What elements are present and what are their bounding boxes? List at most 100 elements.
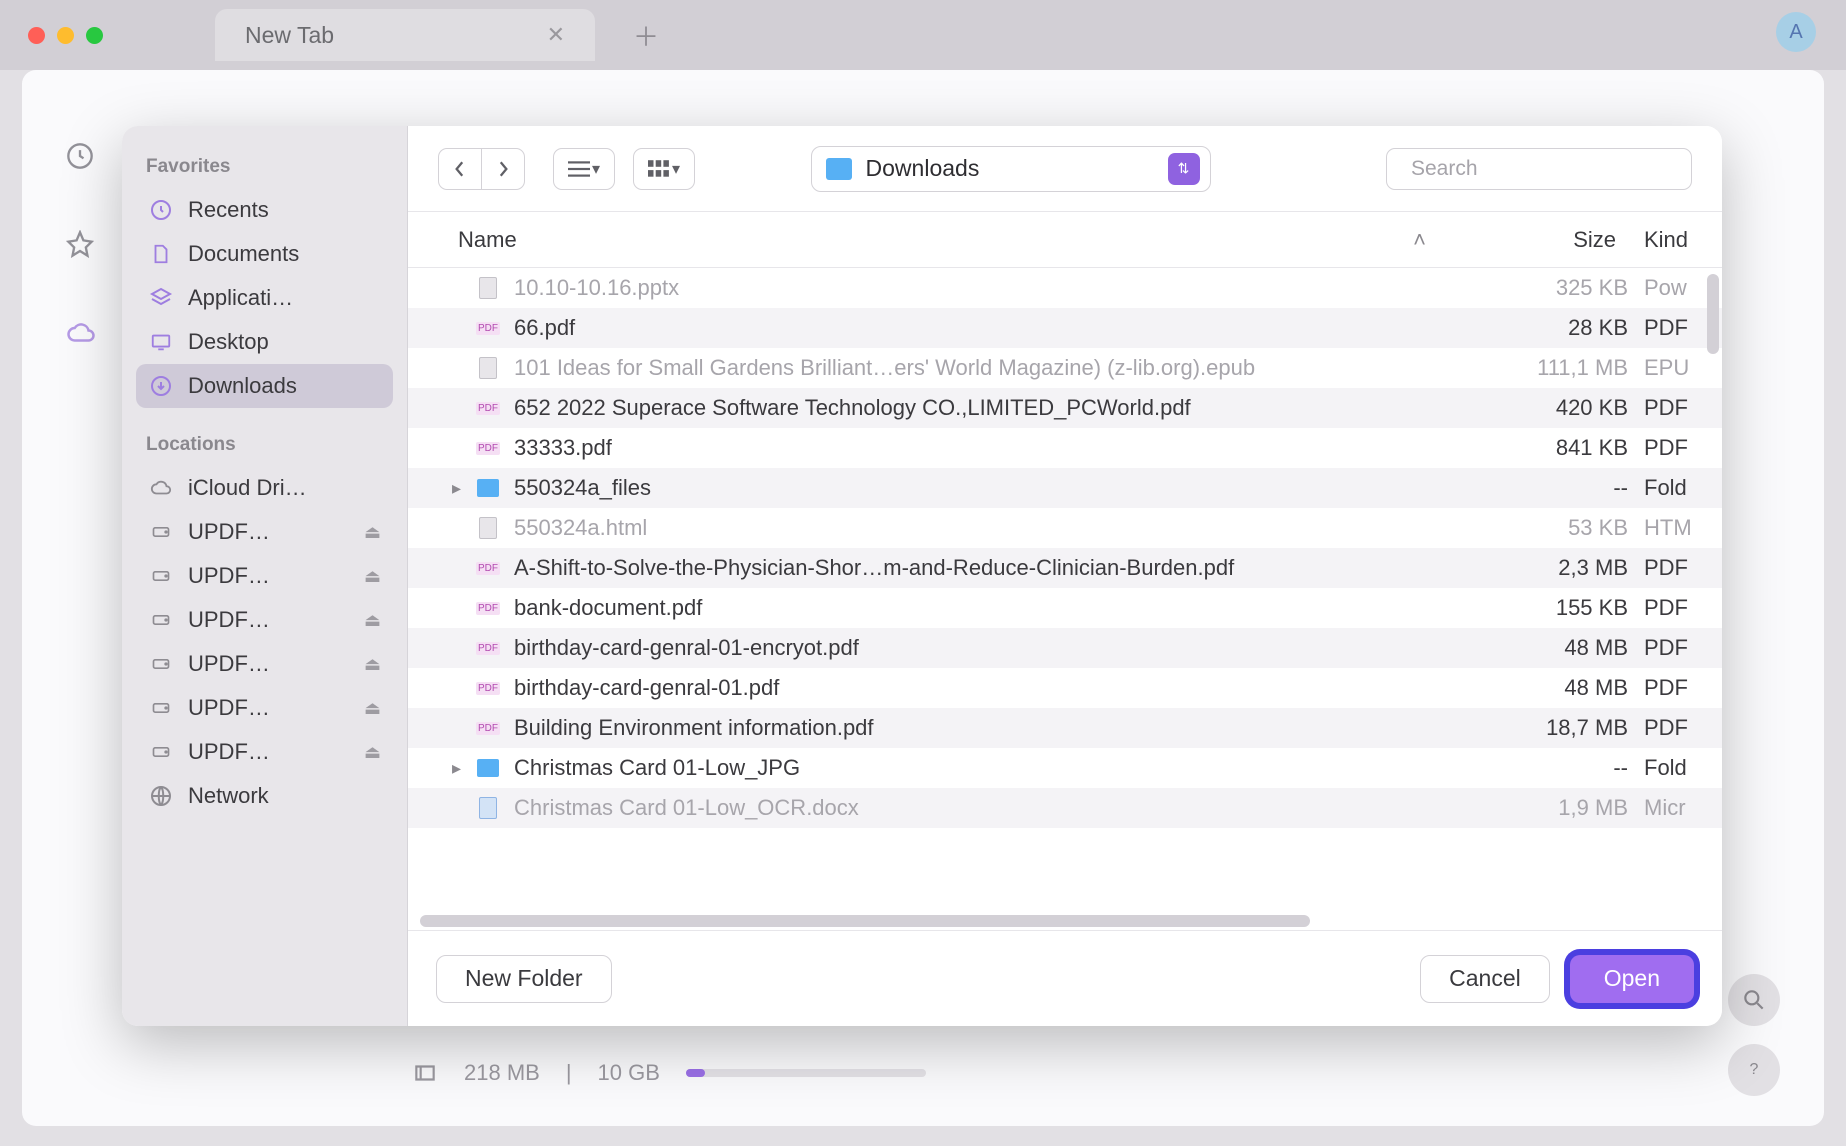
profile-avatar[interactable]: A [1776, 12, 1816, 52]
file-name: birthday-card-genral-01.pdf [514, 675, 1448, 701]
location-selector[interactable]: Downloads ⇅ [811, 146, 1211, 192]
sidebar-item-label: UPDF… [188, 695, 350, 721]
eject-icon[interactable]: ⏏ [364, 654, 381, 675]
pdf-icon: PDF [476, 562, 500, 575]
storage-used: 218 MB [464, 1060, 540, 1086]
sidebar-item-updf[interactable]: UPDF…⏏ [136, 598, 393, 642]
file-row[interactable]: PDF66.pdf28 KBPDF [408, 308, 1722, 348]
file-name: 101 Ideas for Small Gardens Brilliant…er… [514, 355, 1448, 381]
fullscreen-window-button[interactable] [86, 27, 103, 44]
pdf-icon: PDF [476, 322, 500, 335]
sidebar-item-recents[interactable]: Recents [136, 188, 393, 232]
search-input[interactable] [1411, 157, 1682, 181]
file-name: 550324a.html [514, 515, 1448, 541]
file-kind: Fold [1644, 475, 1722, 501]
new-folder-button[interactable]: New Folder [436, 955, 612, 1003]
file-name: birthday-card-genral-01-encryot.pdf [514, 635, 1448, 661]
file-size: -- [1448, 475, 1644, 501]
file-size: 111,1 MB [1448, 355, 1644, 381]
pdf-icon: PDF [476, 642, 500, 655]
help-fab[interactable]: ? [1728, 1044, 1780, 1096]
column-name[interactable]: Name ˄ [458, 227, 1448, 253]
file-kind: HTM [1644, 515, 1722, 541]
file-name: 550324a_files [514, 475, 1448, 501]
sidebar-item-label: UPDF… [188, 739, 350, 765]
file-row[interactable]: PDFbirthday-card-genral-01-encryot.pdf48… [408, 628, 1722, 668]
cloud-icon[interactable] [66, 318, 98, 350]
file-icon [479, 277, 497, 299]
file-size: 841 KB [1448, 435, 1644, 461]
file-row[interactable]: PDF33333.pdf841 KBPDF [408, 428, 1722, 468]
search-field[interactable] [1386, 148, 1692, 190]
file-name: Building Environment information.pdf [514, 715, 1448, 741]
sidebar-item-updf[interactable]: UPDF…⏏ [136, 554, 393, 598]
disk-icon [148, 695, 174, 721]
sidebar-item-downloads[interactable]: Downloads [136, 364, 393, 408]
minimize-window-button[interactable] [57, 27, 74, 44]
file-row[interactable]: 550324a.html53 KBHTM [408, 508, 1722, 548]
clock-icon[interactable] [66, 142, 98, 174]
file-row[interactable]: Christmas Card 01-Low_OCR.docx1,9 MBMicr [408, 788, 1722, 828]
folder-icon [826, 158, 852, 180]
titlebar: New Tab ✕ ＋ A [0, 0, 1846, 70]
disclosure-triangle[interactable]: ▸ [452, 478, 476, 499]
view-grid-button[interactable]: ▾ [633, 148, 695, 190]
pdf-icon: PDF [476, 442, 500, 455]
open-button[interactable]: Open [1570, 955, 1694, 1003]
file-row[interactable]: ▸Christmas Card 01-Low_JPG--Fold [408, 748, 1722, 788]
eject-icon[interactable]: ⏏ [364, 566, 381, 587]
file-kind: PDF [1644, 555, 1722, 581]
sidebar-item-documents[interactable]: Documents [136, 232, 393, 276]
star-icon[interactable] [66, 230, 98, 262]
file-row[interactable]: PDFBuilding Environment information.pdf1… [408, 708, 1722, 748]
column-headers: Name ˄ Size Kind [408, 212, 1722, 268]
view-list-button[interactable]: ▾ [553, 148, 615, 190]
back-button[interactable] [438, 148, 481, 190]
column-size[interactable]: Size [1448, 227, 1644, 253]
cancel-button[interactable]: Cancel [1420, 955, 1550, 1003]
disk-icon [412, 1060, 438, 1086]
file-row[interactable]: PDFbank-document.pdf155 KBPDF [408, 588, 1722, 628]
file-row[interactable]: PDF A-Shift-to-Solve-the-Physician-Shor…m… [408, 548, 1722, 588]
browser-tab[interactable]: New Tab ✕ [215, 9, 595, 61]
sidebar-item-updf[interactable]: UPDF… ⏏ [136, 686, 393, 730]
forward-button[interactable] [481, 148, 525, 190]
disclosure-triangle[interactable]: ▸ [452, 758, 476, 779]
close-tab-icon[interactable]: ✕ [547, 22, 565, 48]
file-row[interactable]: PDF652 2022 Superace Software Technology… [408, 388, 1722, 428]
sidebar-item-desktop[interactable]: Desktop [136, 320, 393, 364]
dialog-toolbar: ▾ ▾ Downloads ⇅ [408, 126, 1722, 212]
file-size: 1,9 MB [1448, 795, 1644, 821]
sidebar-item-applicati[interactable]: Applicati… [136, 276, 393, 320]
file-row[interactable]: ▸ 550324a_files--Fold [408, 468, 1722, 508]
folder-icon [477, 479, 499, 497]
docx-icon [479, 797, 497, 819]
sort-toggle-icon[interactable]: ⇅ [1168, 153, 1200, 185]
file-open-dialog: Favorites RecentsDocumentsApplicati…Desk… [122, 126, 1722, 1026]
sidebar-item-updf[interactable]: UPDF…⏏ [136, 510, 393, 554]
file-row[interactable]: PDFbirthday-card-genral-01.pdf48 MBPDF [408, 668, 1722, 708]
file-name: Christmas Card 01-Low_OCR.docx [514, 795, 1448, 821]
close-window-button[interactable] [28, 27, 45, 44]
sidebar-item-updf[interactable]: UPDF… ⏏ [136, 730, 393, 774]
eject-icon[interactable]: ⏏ [364, 610, 381, 631]
disk-icon [148, 651, 174, 677]
new-tab-button[interactable]: ＋ [627, 16, 665, 54]
sidebar-item-network[interactable]: Network [136, 774, 393, 818]
file-row[interactable]: 10.10-10.16.pptx325 KBPow [408, 268, 1722, 308]
sidebar-item-label: Documents [188, 241, 381, 267]
disk-icon [148, 739, 174, 765]
file-row[interactable]: 101 Ideas for Small Gardens Brilliant…er… [408, 348, 1722, 388]
eject-icon[interactable]: ⏏ [364, 522, 381, 543]
file-size: 48 MB [1448, 675, 1644, 701]
column-kind[interactable]: Kind [1644, 227, 1722, 253]
sidebar-item-updf[interactable]: UPDF…⏏ [136, 642, 393, 686]
sidebar-item-iclouddri[interactable]: iCloud Dri… [136, 466, 393, 510]
eject-icon[interactable]: ⏏ [364, 698, 381, 719]
disk-icon [148, 607, 174, 633]
vertical-scrollbar[interactable] [1707, 274, 1719, 354]
search-fab[interactable] [1728, 974, 1780, 1026]
horizontal-scrollbar[interactable] [420, 915, 1310, 927]
file-name: A-Shift-to-Solve-the-Physician-Shor…m-an… [514, 555, 1448, 581]
eject-icon[interactable]: ⏏ [364, 742, 381, 763]
